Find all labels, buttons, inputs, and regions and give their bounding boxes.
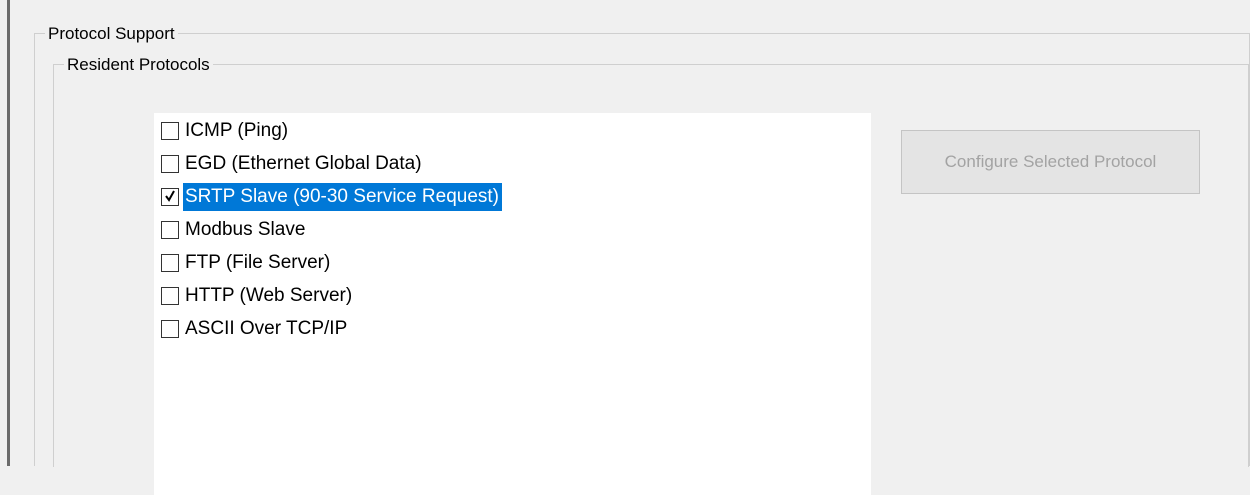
list-item-icmp[interactable]: ICMP (Ping) <box>154 113 871 146</box>
list-item-label: HTTP (Web Server) <box>185 285 353 306</box>
list-item-ftp[interactable]: FTP (File Server) <box>154 245 871 278</box>
protocol-checklist[interactable]: ICMP (Ping) EGD (Ethernet Global Data) S… <box>154 113 871 495</box>
list-item-label: ICMP (Ping) <box>185 120 289 141</box>
list-item-http[interactable]: HTTP (Web Server) <box>154 278 871 311</box>
list-item-srtp-slave[interactable]: SRTP Slave (90-30 Service Request) <box>154 179 871 212</box>
list-item-ascii-over-tcp-ip[interactable]: ASCII Over TCP/IP <box>154 311 871 344</box>
resident-protocols-legend: Resident Protocols <box>64 55 213 75</box>
checkbox-modbus-slave[interactable] <box>161 221 179 239</box>
checkbox-ascii-over-tcp-ip[interactable] <box>161 320 179 338</box>
list-item-egd[interactable]: EGD (Ethernet Global Data) <box>154 146 871 179</box>
protocol-support-groupbox: Protocol Support Resident Protocols ICMP… <box>34 24 1250 495</box>
configure-selected-protocol-button[interactable]: Configure Selected Protocol <box>901 130 1200 194</box>
checkbox-ftp[interactable] <box>161 254 179 272</box>
list-item-label: FTP (File Server) <box>185 252 331 273</box>
list-item-modbus-slave[interactable]: Modbus Slave <box>154 212 871 245</box>
protocol-support-legend: Protocol Support <box>45 24 178 44</box>
list-item-label: EGD (Ethernet Global Data) <box>185 153 422 174</box>
list-item-label-selected: SRTP Slave (90-30 Service Request) <box>183 183 503 211</box>
checkbox-http[interactable] <box>161 287 179 305</box>
window-left-border <box>7 0 10 466</box>
list-item-label: ASCII Over TCP/IP <box>185 318 348 339</box>
list-item-label: Modbus Slave <box>185 219 306 240</box>
checkbox-egd[interactable] <box>161 155 179 173</box>
resident-protocols-groupbox: Resident Protocols ICMP (Ping) EGD (Ethe… <box>53 55 1249 495</box>
checkbox-icmp[interactable] <box>161 122 179 140</box>
checkbox-srtp-slave[interactable] <box>161 188 179 206</box>
checkmark-icon <box>165 190 175 202</box>
